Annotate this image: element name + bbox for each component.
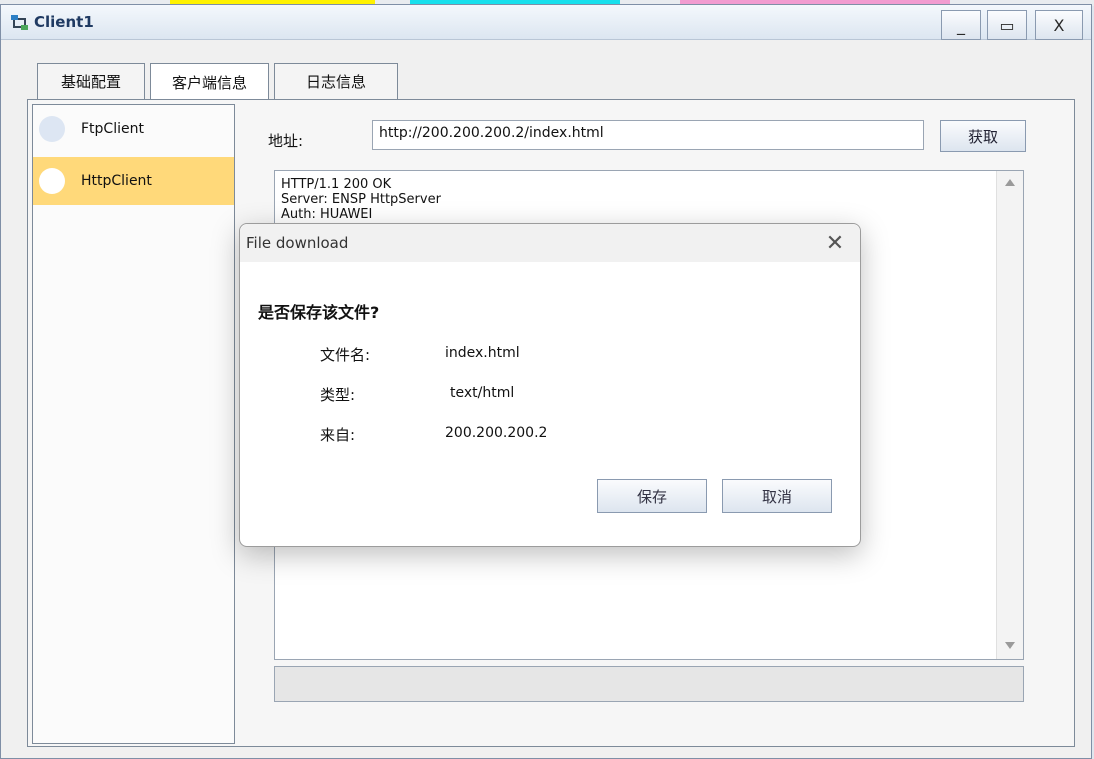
minimize-button[interactable]: _ [941,10,981,40]
title-bar[interactable]: Client1 _ ▭ X [1,5,1091,40]
circle-icon [39,116,65,142]
sidebar-item-httpclient[interactable]: HttpClient [33,157,234,205]
scroll-up-icon[interactable] [1005,179,1015,186]
status-bar [274,666,1024,702]
tab-client-info[interactable]: 客户端信息 [150,63,269,101]
save-button[interactable]: 保存 [597,479,707,513]
tab-log-info[interactable]: 日志信息 [274,63,398,99]
sidebar-item-label: FtpClient [81,121,144,137]
maximize-button[interactable]: ▭ [987,10,1027,40]
client-type-list: FtpClient HttpClient [32,104,235,744]
scroll-down-icon[interactable] [1005,642,1015,649]
sidebar-item-ftpclient[interactable]: FtpClient [33,105,234,153]
window-title: Client1 [34,13,94,31]
response-scrollbar[interactable] [996,171,1023,659]
dialog-close-icon[interactable]: ✕ [822,230,848,256]
type-value: text/html [450,385,515,401]
type-label: 类型: [320,386,356,404]
close-button[interactable]: X [1035,10,1083,40]
file-download-dialog: File download ✕ 是否保存该文件? 文件名: index.html… [239,223,861,547]
filename-value: index.html [445,345,520,361]
dialog-question: 是否保存该文件? [258,303,380,322]
circle-icon [39,168,65,194]
maximize-icon: ▭ [999,15,1015,35]
address-label: 地址: [268,132,304,150]
tab-basic-config[interactable]: 基础配置 [37,63,145,99]
from-label: 来自: [320,426,356,444]
fetch-button[interactable]: 获取 [940,120,1026,152]
sidebar-item-label: HttpClient [81,173,152,189]
cancel-button[interactable]: 取消 [722,479,832,513]
address-input[interactable]: http://200.200.200.2/index.html [372,120,924,150]
response-text: HTTP/1.1 200 OK Server: ENSP HttpServer … [281,177,441,222]
close-icon: X [1053,15,1065,35]
from-value: 200.200.200.2 [445,425,548,441]
minimize-icon: _ [957,15,965,35]
network-client-icon [11,15,28,30]
filename-label: 文件名: [320,346,371,364]
dialog-title: File download [246,234,349,252]
dialog-title-bar[interactable]: File download ✕ [240,224,860,262]
